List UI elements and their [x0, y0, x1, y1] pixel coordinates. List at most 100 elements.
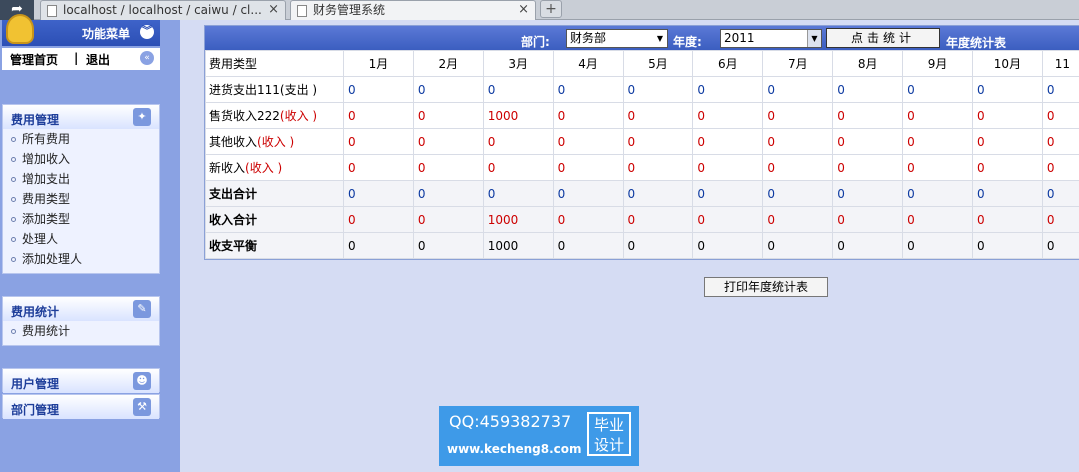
sidebar-item-label: 增加支出 [22, 172, 71, 186]
sidebar-item-add-income[interactable]: 增加收入 [3, 149, 159, 169]
table-cell: 0 [832, 102, 904, 129]
watermark-qq: QQ:459382737 [449, 412, 572, 431]
table-cell: 0 [1041, 206, 1079, 233]
table-cell: 0 [902, 154, 973, 181]
sidebar-item-expense-types[interactable]: 费用类型 [3, 189, 159, 209]
table-cell: 0 [622, 102, 694, 129]
table-cell: 0 [692, 154, 764, 181]
year-select-value: 2011 [724, 31, 755, 45]
table-cell: 0 [692, 206, 764, 233]
table-cell: 0 [552, 232, 624, 259]
panel-header[interactable]: 费用管理 ✦ [3, 105, 159, 129]
sidebar-item-add-type[interactable]: 添加类型 [3, 209, 159, 229]
logout-link[interactable]: 退出 [86, 51, 110, 68]
sidebar-item-label: 处理人 [22, 232, 59, 246]
bullet-icon [11, 329, 16, 334]
row-name: 收支平衡 [209, 239, 258, 253]
table-cell: 0 [902, 232, 973, 259]
table-cell: 0 [552, 76, 624, 103]
browser-tab-localhost[interactable]: localhost / localhost / caiwu / cl... × [40, 0, 286, 20]
row-type-tag: (收入 ) [245, 161, 283, 175]
sidebar-item-label: 费用类型 [22, 192, 71, 206]
menu-header: 功能菜单 ︾ [2, 14, 160, 46]
sidebar-item-label: 添加处理人 [22, 252, 83, 266]
year-select[interactable]: 2011 ▼ [720, 29, 822, 48]
main-content: 部门: 财务部 ▼ 年度: 2011 ▼ 点击统计 年度统计表 费用类型 1月 2月… [181, 20, 1079, 472]
home-link[interactable]: 管理首页 [10, 51, 58, 68]
sidebar-item-label: 费用统计 [22, 324, 71, 338]
bullet-icon [11, 177, 16, 182]
table-row: 支出合计 0 0 0 0 0 0 0 0 0 0 0 [205, 180, 1079, 207]
chevron-down-icon[interactable]: ︾ [140, 25, 154, 39]
table-cell: 0 [902, 206, 973, 233]
table-cell: 0 [552, 180, 624, 207]
table-cell: 0 [902, 76, 973, 103]
table-cell: 0 [482, 154, 554, 181]
panel-user-management: 用户管理 ☻ [2, 368, 160, 393]
close-icon[interactable]: × [518, 1, 529, 19]
row-name: 收入合计 [209, 213, 258, 227]
table-cell: 0 [412, 206, 484, 233]
stat-button[interactable]: 点击统计 [826, 28, 940, 48]
table-cell: 0 [622, 76, 694, 103]
table-cell: 0 [342, 128, 414, 155]
sidebar-item-add-handler[interactable]: 添加处理人 [3, 249, 159, 269]
table-cell: 0 [342, 102, 414, 129]
table-cell: 0 [692, 128, 764, 155]
table-cell: 0 [902, 128, 973, 155]
sidebar-item-add-expense[interactable]: 增加支出 [3, 169, 159, 189]
table-row: 进货支出111(支出 ) 0 0 0 0 0 0 0 0 0 0 0 [205, 76, 1079, 103]
browser-tab-finance[interactable]: 财务管理系统 × [290, 0, 536, 20]
panel-dept-management: 部门管理 ⚒ [2, 394, 160, 419]
year-label: 年度: [673, 35, 702, 49]
sidebar-item-label: 所有费用 [22, 132, 71, 146]
column-header: 费用类型 [205, 50, 344, 77]
watermark-badge: 毕业 设计 [587, 412, 631, 456]
print-annual-button[interactable]: 打印年度统计表 [704, 277, 828, 297]
table-cell: 1000 [482, 232, 554, 259]
column-header: 4月 [552, 50, 624, 77]
column-header: 9月 [902, 50, 973, 77]
panel-header[interactable]: 用户管理 ☻ [3, 369, 159, 393]
panel-header[interactable]: 费用统计 ✎ [3, 297, 159, 321]
row-name: 售货收入222 [209, 109, 280, 123]
column-header: 11 [1041, 50, 1079, 77]
collapse-icon[interactable]: « [140, 51, 154, 65]
home-bar: 管理首页 | 退出 « [2, 48, 160, 70]
table-cell: 0 [832, 154, 904, 181]
watermark-logo: QQ:459382737 www.kecheng8.com 毕业 设计 [439, 406, 639, 466]
bullet-icon [11, 257, 16, 262]
row-label: 售货收入222(收入 ) [205, 102, 344, 129]
table-cell: 0 [622, 180, 694, 207]
table-cell: 0 [762, 206, 834, 233]
panel-expense-stats: 费用统计 ✎ 费用统计 [2, 296, 160, 346]
table-cell: 0 [552, 102, 624, 129]
sidebar-item-handler[interactable]: 处理人 [3, 229, 159, 249]
panel-header[interactable]: 部门管理 ⚒ [3, 395, 159, 419]
panel-expense-management: 费用管理 ✦ 所有费用 增加收入 增加支出 费用类型 添加类型 处理人 添加处理… [2, 104, 160, 274]
table-cell: 0 [412, 154, 484, 181]
panel-title: 用户管理 [11, 377, 60, 391]
table-cell: 0 [1041, 154, 1079, 181]
table-cell: 0 [552, 128, 624, 155]
table-cell: 0 [902, 102, 973, 129]
edit-icon: ✎ [133, 300, 151, 318]
browser-tab-strip: ➦ localhost / localhost / caiwu / cl... … [0, 0, 1079, 20]
tools-icon: ⚒ [133, 398, 151, 416]
bullet-icon [11, 137, 16, 142]
table-cell: 0 [692, 180, 764, 207]
table-cell: 0 [762, 232, 834, 259]
new-tab-icon[interactable]: + [540, 0, 562, 18]
watermark-badge-line1: 毕业 [593, 416, 624, 434]
table-cell: 0 [762, 154, 834, 181]
stats-table: 费用类型 1月 2月 3月 4月 5月 6月 7月 8月 9月 10月 11 进货支出111(支出 ) 0… [205, 50, 1079, 259]
filter-bar: 部门: 财务部 ▼ 年度: 2011 ▼ 点击统计 年度统计表 [205, 26, 1079, 50]
sidebar-item-all-expenses[interactable]: 所有费用 [3, 129, 159, 149]
table-cell: 0 [412, 232, 484, 259]
table-cell: 0 [692, 232, 764, 259]
close-icon[interactable]: × [268, 1, 279, 19]
bullet-icon [11, 217, 16, 222]
dept-select[interactable]: 财务部 ▼ [566, 29, 668, 48]
sidebar-item-expense-stats[interactable]: 费用统计 [3, 321, 159, 341]
table-cell: 0 [622, 232, 694, 259]
